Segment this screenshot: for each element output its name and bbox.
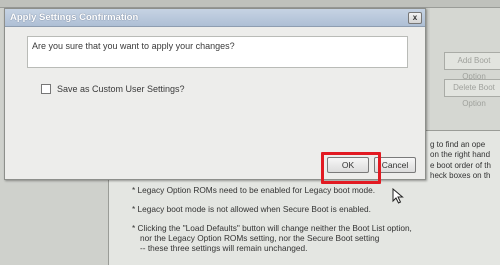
dialog-title: Apply Settings Confirmation: [10, 12, 139, 23]
background-text-fragment: heck boxes on th: [430, 171, 491, 180]
save-custom-settings-label[interactable]: Save as Custom User Settings?: [57, 84, 185, 94]
load-defaults-note-line3: -- these three settings will remain unch…: [140, 243, 308, 253]
delete-boot-option-button[interactable]: Delete Boot Option: [444, 79, 500, 108]
background-window-titlebar: [0, 0, 500, 8]
close-icon: x: [412, 13, 418, 22]
background-text-fragment: on the right hand: [430, 150, 491, 159]
ok-highlight-box: [321, 152, 381, 184]
mouse-pointer-icon: [392, 188, 404, 204]
legacy-rom-note: * Legacy Option ROMs need to be enabled …: [132, 185, 376, 195]
dialog-titlebar[interactable]: Apply Settings Confirmation x: [5, 9, 425, 27]
confirmation-message: Are you sure that you want to apply your…: [32, 41, 235, 51]
save-custom-settings-checkbox[interactable]: [41, 84, 51, 94]
secure-boot-note: * Legacy boot mode is not allowed when S…: [132, 204, 371, 214]
close-button[interactable]: x: [408, 12, 422, 24]
add-boot-option-button[interactable]: Add Boot Option: [444, 52, 500, 81]
message-box: Are you sure that you want to apply your…: [27, 36, 408, 68]
